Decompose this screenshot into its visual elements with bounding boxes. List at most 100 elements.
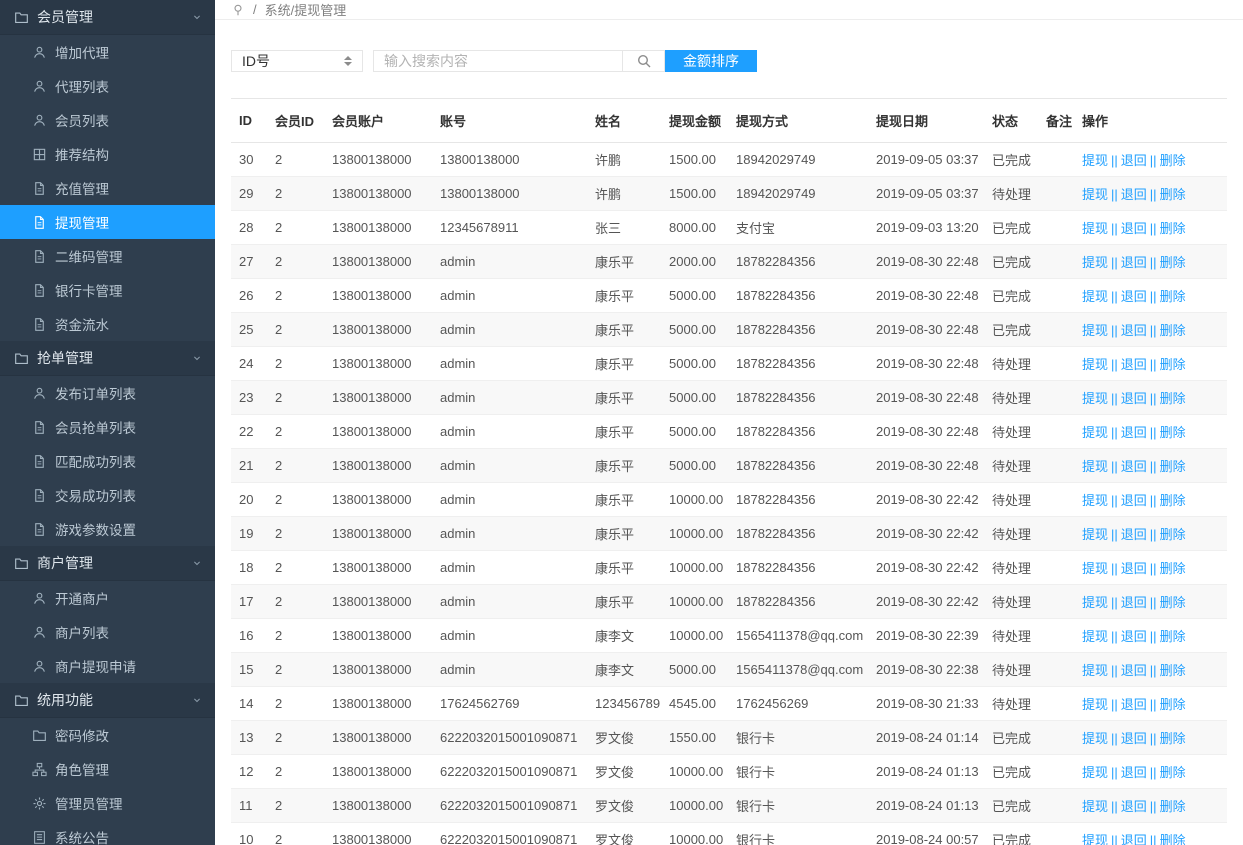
cell-method: 支付宝 (728, 211, 868, 245)
action-delete-link[interactable]: 删除 (1160, 187, 1186, 202)
sidebar-item[interactable]: 充值管理 (0, 171, 215, 205)
sidebar-item[interactable]: 提现管理 (0, 205, 215, 239)
sidebar-item-label: 游戏参数设置 (55, 519, 136, 539)
action-withdraw-link[interactable]: 提现 (1082, 187, 1108, 202)
action-return-link[interactable]: 退回 (1121, 697, 1147, 712)
action-delete-link[interactable]: 删除 (1160, 425, 1186, 440)
action-withdraw-link[interactable]: 提现 (1082, 527, 1108, 542)
sidebar-group-1[interactable]: 会员管理 (0, 0, 215, 35)
action-delete-link[interactable]: 删除 (1160, 561, 1186, 576)
action-separator: || (1150, 425, 1157, 440)
action-withdraw-link[interactable]: 提现 (1082, 595, 1108, 610)
sidebar-item[interactable]: 游戏参数设置 (0, 512, 215, 546)
sidebar-item[interactable]: 发布订单列表 (0, 376, 215, 410)
action-withdraw-link[interactable]: 提现 (1082, 799, 1108, 814)
action-delete-link[interactable]: 删除 (1160, 629, 1186, 644)
filter-select[interactable]: ID号 (231, 50, 363, 72)
action-return-link[interactable]: 退回 (1121, 357, 1147, 372)
select-arrows-icon (344, 56, 352, 66)
action-withdraw-link[interactable]: 提现 (1082, 765, 1108, 780)
sidebar-item[interactable]: 代理列表 (0, 69, 215, 103)
cell-amount: 10000.00 (661, 823, 728, 845)
action-return-link[interactable]: 退回 (1121, 391, 1147, 406)
action-withdraw-link[interactable]: 提现 (1082, 833, 1108, 845)
action-return-link[interactable]: 退回 (1121, 527, 1147, 542)
sidebar-item[interactable]: 二维码管理 (0, 239, 215, 273)
action-delete-link[interactable]: 删除 (1160, 697, 1186, 712)
action-delete-link[interactable]: 删除 (1160, 255, 1186, 270)
action-withdraw-link[interactable]: 提现 (1082, 731, 1108, 746)
sidebar-item[interactable]: 开通商户 (0, 581, 215, 615)
action-withdraw-link[interactable]: 提现 (1082, 221, 1108, 236)
action-withdraw-link[interactable]: 提现 (1082, 493, 1108, 508)
action-return-link[interactable]: 退回 (1121, 765, 1147, 780)
sidebar-item[interactable]: 密码修改 (0, 718, 215, 752)
action-withdraw-link[interactable]: 提现 (1082, 561, 1108, 576)
sidebar-group-3[interactable]: 商户管理 (0, 546, 215, 581)
action-return-link[interactable]: 退回 (1121, 221, 1147, 236)
action-withdraw-link[interactable]: 提现 (1082, 425, 1108, 440)
action-withdraw-link[interactable]: 提现 (1082, 357, 1108, 372)
sidebar-item[interactable]: 商户列表 (0, 615, 215, 649)
sidebar-group-4[interactable]: 统用功能 (0, 683, 215, 718)
action-return-link[interactable]: 退回 (1121, 595, 1147, 610)
action-delete-link[interactable]: 删除 (1160, 391, 1186, 406)
action-withdraw-link[interactable]: 提现 (1082, 391, 1108, 406)
action-return-link[interactable]: 退回 (1121, 663, 1147, 678)
sidebar-item[interactable]: 管理员管理 (0, 786, 215, 820)
sidebar-item[interactable]: 商户提现申请 (0, 649, 215, 683)
sidebar-item[interactable]: 会员抢单列表 (0, 410, 215, 444)
action-delete-link[interactable]: 删除 (1160, 357, 1186, 372)
cell-remark (1038, 653, 1074, 687)
action-delete-link[interactable]: 删除 (1160, 323, 1186, 338)
sidebar-item[interactable]: 匹配成功列表 (0, 444, 215, 478)
sidebar-group-2[interactable]: 抢单管理 (0, 341, 215, 376)
action-return-link[interactable]: 退回 (1121, 493, 1147, 508)
sidebar-item[interactable]: 推荐结构 (0, 137, 215, 171)
action-withdraw-link[interactable]: 提现 (1082, 697, 1108, 712)
search-input[interactable] (373, 50, 623, 72)
column-header-method: 提现方式 (728, 99, 868, 143)
action-return-link[interactable]: 退回 (1121, 187, 1147, 202)
action-delete-link[interactable]: 删除 (1160, 833, 1186, 845)
action-delete-link[interactable]: 删除 (1160, 221, 1186, 236)
action-delete-link[interactable]: 删除 (1160, 493, 1186, 508)
sidebar-item[interactable]: 资金流水 (0, 307, 215, 341)
action-return-link[interactable]: 退回 (1121, 561, 1147, 576)
action-return-link[interactable]: 退回 (1121, 833, 1147, 845)
action-return-link[interactable]: 退回 (1121, 799, 1147, 814)
action-return-link[interactable]: 退回 (1121, 323, 1147, 338)
sidebar-item[interactable]: 角色管理 (0, 752, 215, 786)
action-return-link[interactable]: 退回 (1121, 289, 1147, 304)
action-withdraw-link[interactable]: 提现 (1082, 289, 1108, 304)
sidebar-item[interactable]: 系统公告 (0, 820, 215, 845)
action-withdraw-link[interactable]: 提现 (1082, 323, 1108, 338)
action-delete-link[interactable]: 删除 (1160, 731, 1186, 746)
action-delete-link[interactable]: 删除 (1160, 595, 1186, 610)
action-return-link[interactable]: 退回 (1121, 255, 1147, 270)
action-delete-link[interactable]: 删除 (1160, 765, 1186, 780)
sidebar-item[interactable]: 交易成功列表 (0, 478, 215, 512)
action-return-link[interactable]: 退回 (1121, 153, 1147, 168)
action-delete-link[interactable]: 删除 (1160, 527, 1186, 542)
action-delete-link[interactable]: 删除 (1160, 289, 1186, 304)
action-delete-link[interactable]: 删除 (1160, 153, 1186, 168)
action-separator: || (1111, 561, 1118, 576)
action-delete-link[interactable]: 删除 (1160, 663, 1186, 678)
action-return-link[interactable]: 退回 (1121, 629, 1147, 644)
action-return-link[interactable]: 退回 (1121, 459, 1147, 474)
action-return-link[interactable]: 退回 (1121, 425, 1147, 440)
action-withdraw-link[interactable]: 提现 (1082, 153, 1108, 168)
action-withdraw-link[interactable]: 提现 (1082, 663, 1108, 678)
action-withdraw-link[interactable]: 提现 (1082, 629, 1108, 644)
sidebar-item[interactable]: 增加代理 (0, 35, 215, 69)
amount-sort-button[interactable]: 金额排序 (665, 50, 757, 72)
sidebar-item[interactable]: 会员列表 (0, 103, 215, 137)
sidebar-item[interactable]: 银行卡管理 (0, 273, 215, 307)
action-delete-link[interactable]: 删除 (1160, 799, 1186, 814)
action-withdraw-link[interactable]: 提现 (1082, 459, 1108, 474)
search-button[interactable] (623, 50, 665, 72)
action-return-link[interactable]: 退回 (1121, 731, 1147, 746)
action-delete-link[interactable]: 删除 (1160, 459, 1186, 474)
action-withdraw-link[interactable]: 提现 (1082, 255, 1108, 270)
